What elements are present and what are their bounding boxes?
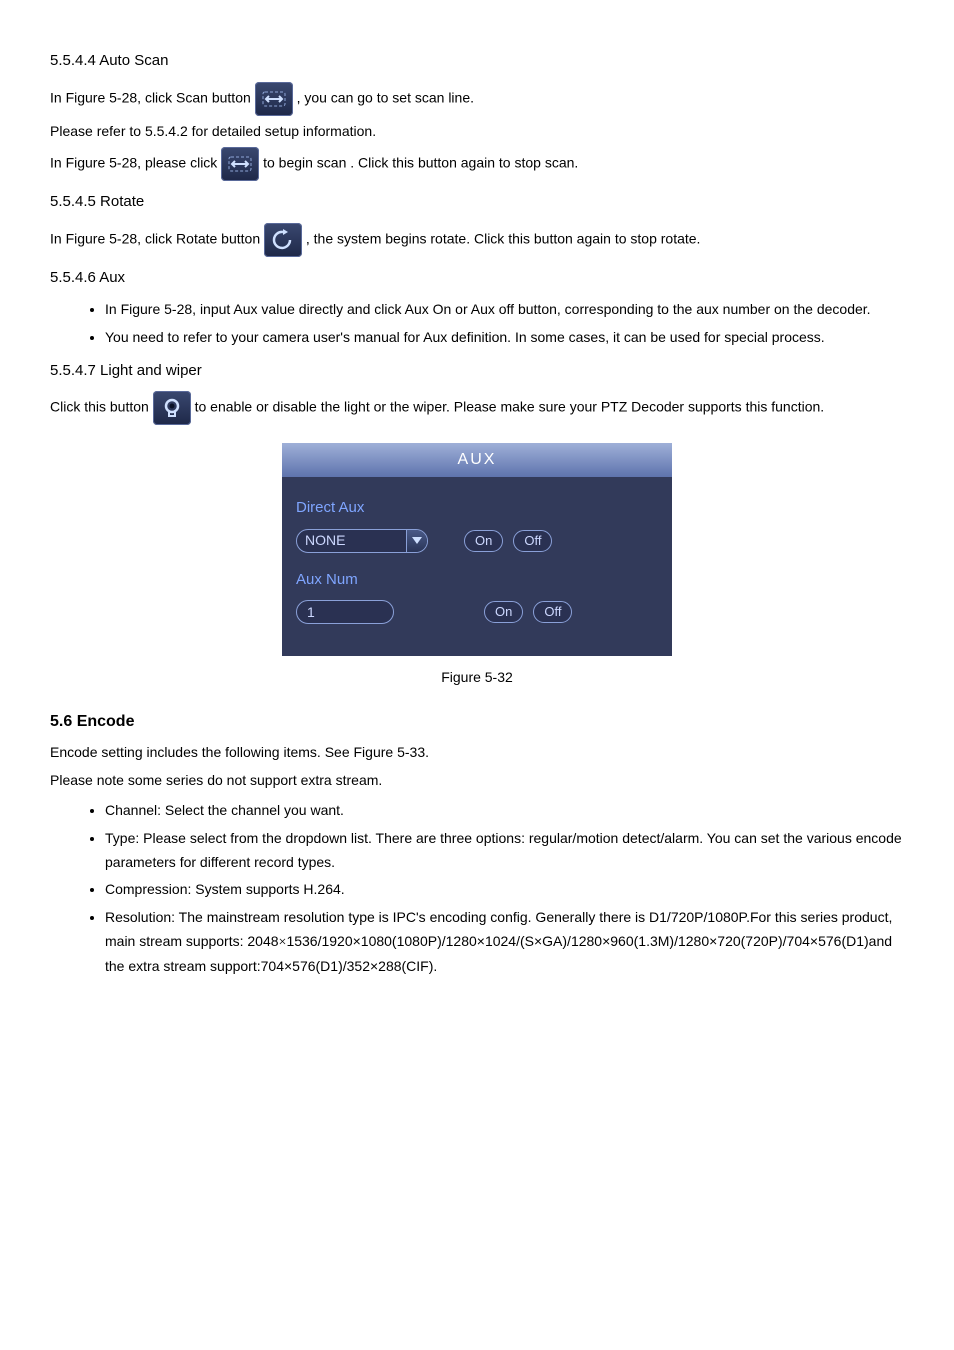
section-rotate-title: 5.5.4.5 Rotate bbox=[50, 189, 904, 215]
section-aux-title: 5.5.4.6 Aux bbox=[50, 265, 904, 291]
rotate-suffix: , the system begins rotate. Click this b… bbox=[306, 231, 701, 247]
encode-b4: Resolution: The mainstream resolution ty… bbox=[105, 906, 904, 978]
aux-bullet1: In Figure 5-28, input Aux value directly… bbox=[105, 298, 904, 322]
aux-bullets: In Figure 5-28, input Aux value directly… bbox=[50, 298, 904, 350]
autoscan-line1: In Figure 5-28, click Scan button , you … bbox=[50, 82, 904, 116]
aux-dialog-body: Direct Aux NONE On Off Aux Num 1 On Off bbox=[282, 477, 672, 642]
light-prefix: Click this button bbox=[50, 399, 153, 415]
encode-b4-mid: mainstream resolution type is IPC's enco… bbox=[207, 909, 645, 925]
direct-aux-on-button[interactable]: On bbox=[464, 530, 503, 552]
section-autoscan-title: 5.5.4.4 Auto Scan bbox=[50, 48, 904, 74]
encode-b1: Channel: Select the channel you want. bbox=[105, 799, 904, 823]
aux-dialog-title: AUX bbox=[282, 443, 672, 477]
direct-aux-label: Direct Aux bbox=[296, 495, 658, 521]
direct-aux-value: NONE bbox=[297, 529, 406, 553]
rotate-line: In Figure 5-28, click Rotate button , th… bbox=[50, 223, 904, 257]
aux-num-on-button[interactable]: On bbox=[484, 601, 523, 623]
scan-icon bbox=[255, 82, 293, 116]
aux-num-off-button[interactable]: Off bbox=[533, 601, 572, 623]
aux-num-label: Aux Num bbox=[296, 567, 658, 593]
direct-aux-select[interactable]: NONE bbox=[296, 529, 428, 553]
autoscan-hint: Please refer to 5.5.4.2 for detailed set… bbox=[50, 120, 904, 144]
encode-bullets: Channel: Select the channel you want. Ty… bbox=[50, 799, 904, 979]
figure-caption: Figure 5-32 bbox=[50, 666, 904, 690]
encode-heading: 5.6 Encode bbox=[50, 708, 904, 735]
autoscan-text1: In Figure 5-28, click Scan button bbox=[50, 89, 255, 105]
aux-num-row: 1 On Off bbox=[296, 600, 658, 624]
aux-dialog: AUX Direct Aux NONE On Off Aux Num 1 On … bbox=[282, 443, 672, 656]
aux-bullet2: You need to refer to your camera user's … bbox=[105, 326, 904, 350]
encode-intro: Encode setting includes the following it… bbox=[50, 741, 904, 765]
light-suffix: to enable or disable the light or the wi… bbox=[195, 399, 825, 415]
encode-note: Please note some series do not support e… bbox=[50, 769, 904, 793]
scan-begin-icon bbox=[221, 147, 259, 181]
light-line: Click this button to enable or disable t… bbox=[50, 391, 904, 425]
rotate-icon bbox=[264, 223, 302, 257]
direct-aux-off-button[interactable]: Off bbox=[513, 530, 552, 552]
rotate-prefix: In Figure 5-28, click Rotate button bbox=[50, 231, 264, 247]
dropdown-icon[interactable] bbox=[406, 530, 427, 552]
autoscan-text2: , you can go to set scan line. bbox=[297, 89, 474, 105]
autoscan-start-prefix: In Figure 5-28, please click bbox=[50, 155, 221, 171]
autoscan-start-line: In Figure 5-28, please click to begin sc… bbox=[50, 147, 904, 181]
autoscan-start-suffix: to begin scan . Click this button again … bbox=[263, 155, 578, 171]
light-icon bbox=[153, 391, 191, 425]
encode-b4-prefix: Resolution: The bbox=[105, 909, 207, 925]
direct-aux-row: NONE On Off bbox=[296, 529, 658, 553]
section-light-title: 5.5.4.7 Light and wiper bbox=[50, 358, 904, 384]
aux-num-input[interactable]: 1 bbox=[296, 600, 394, 624]
encode-b3: Compression: System supports H.264. bbox=[105, 878, 904, 902]
encode-b2: Type: Please select from the dropdown li… bbox=[105, 827, 904, 875]
